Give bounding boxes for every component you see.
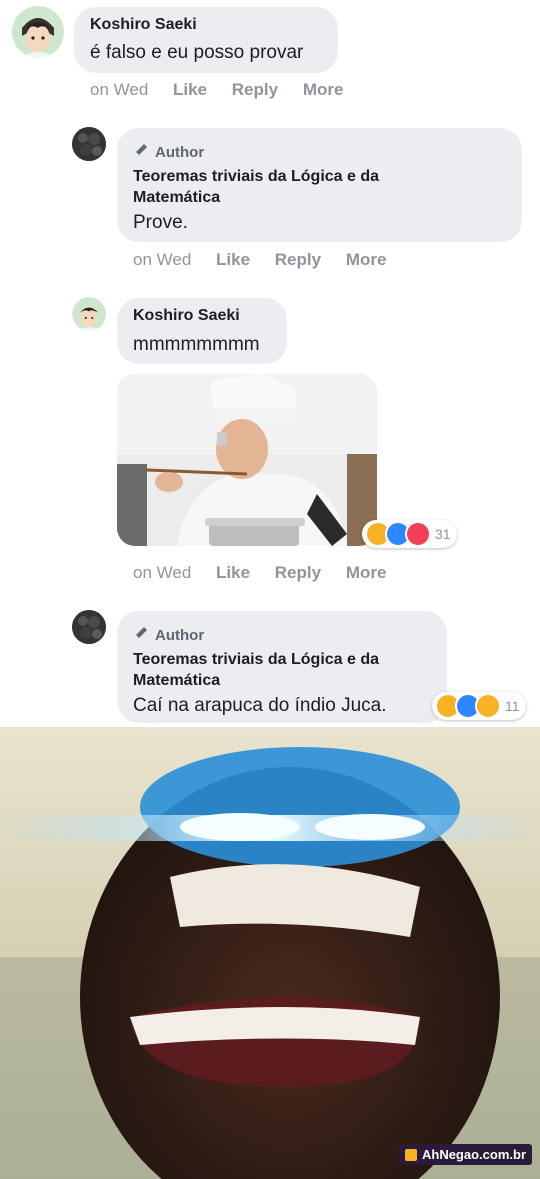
like-button[interactable]: Like: [173, 80, 207, 99]
comment-text: Prove.: [133, 212, 188, 233]
like-button[interactable]: Like: [216, 250, 250, 269]
watermark-text: AhNegao.com.br: [421, 1147, 526, 1162]
page-avatar[interactable]: [72, 127, 106, 161]
comment-bubble: Koshiro Saeki é falso e eu posso provar: [74, 7, 338, 73]
reply-button[interactable]: Reply: [275, 563, 321, 582]
attached-image[interactable]: [117, 374, 377, 546]
love-reaction-icon: [405, 521, 431, 547]
avatar[interactable]: [72, 297, 106, 331]
comment-bubble: Author Teoremas triviais da Lógica e da …: [117, 128, 522, 242]
commenter-name[interactable]: Teoremas triviais da Lógica e da Matemát…: [133, 649, 433, 691]
watermark-badge: AhNegao.com.br: [398, 1144, 532, 1165]
comment-bubble: Author Teoremas triviais da Lógica e da …: [117, 611, 447, 723]
sad-reaction-icon: [475, 693, 501, 719]
reply-button[interactable]: Reply: [232, 80, 278, 99]
like-button[interactable]: Like: [216, 563, 250, 582]
comment-text: é falso e eu posso provar: [90, 42, 304, 63]
comment-time[interactable]: on Wed: [90, 80, 148, 99]
more-button[interactable]: More: [346, 563, 387, 582]
comment-actions: on Wed Like Reply More: [90, 80, 363, 100]
reply-button[interactable]: Reply: [275, 250, 321, 269]
author-label: Author: [155, 143, 205, 161]
comment-actions: on Wed Like Reply More: [133, 250, 406, 270]
author-badge: Author: [133, 142, 204, 162]
comment-time[interactable]: on Wed: [133, 563, 191, 582]
comment-actions: on Wed Like Reply More: [133, 563, 406, 583]
meme-image: [0, 727, 540, 1179]
reaction-summary[interactable]: 11: [432, 692, 526, 720]
page-avatar[interactable]: [72, 610, 106, 644]
author-badge: Author: [133, 625, 204, 645]
more-button[interactable]: More: [346, 250, 387, 269]
comment-text: mmmmmmmm: [133, 334, 260, 355]
more-button[interactable]: More: [303, 80, 344, 99]
commenter-name[interactable]: Teoremas triviais da Lógica e da Matemát…: [133, 166, 433, 208]
commenter-name[interactable]: Koshiro Saeki: [133, 307, 240, 325]
pencil-icon: [133, 625, 149, 645]
commenter-name[interactable]: Koshiro Saeki: [90, 16, 197, 34]
avatar[interactable]: [12, 6, 64, 58]
reaction-count: 11: [505, 698, 520, 714]
comment-text: Caí na arapuca do índio Juca.: [133, 695, 387, 716]
comment-bubble: Koshiro Saeki mmmmmmmm: [117, 298, 287, 364]
reaction-summary[interactable]: 31: [362, 520, 457, 548]
logo-icon: [404, 1148, 417, 1161]
reaction-count: 31: [435, 526, 451, 542]
pencil-icon: [133, 142, 149, 162]
author-label: Author: [155, 626, 205, 644]
comment-time[interactable]: on Wed: [133, 250, 191, 269]
